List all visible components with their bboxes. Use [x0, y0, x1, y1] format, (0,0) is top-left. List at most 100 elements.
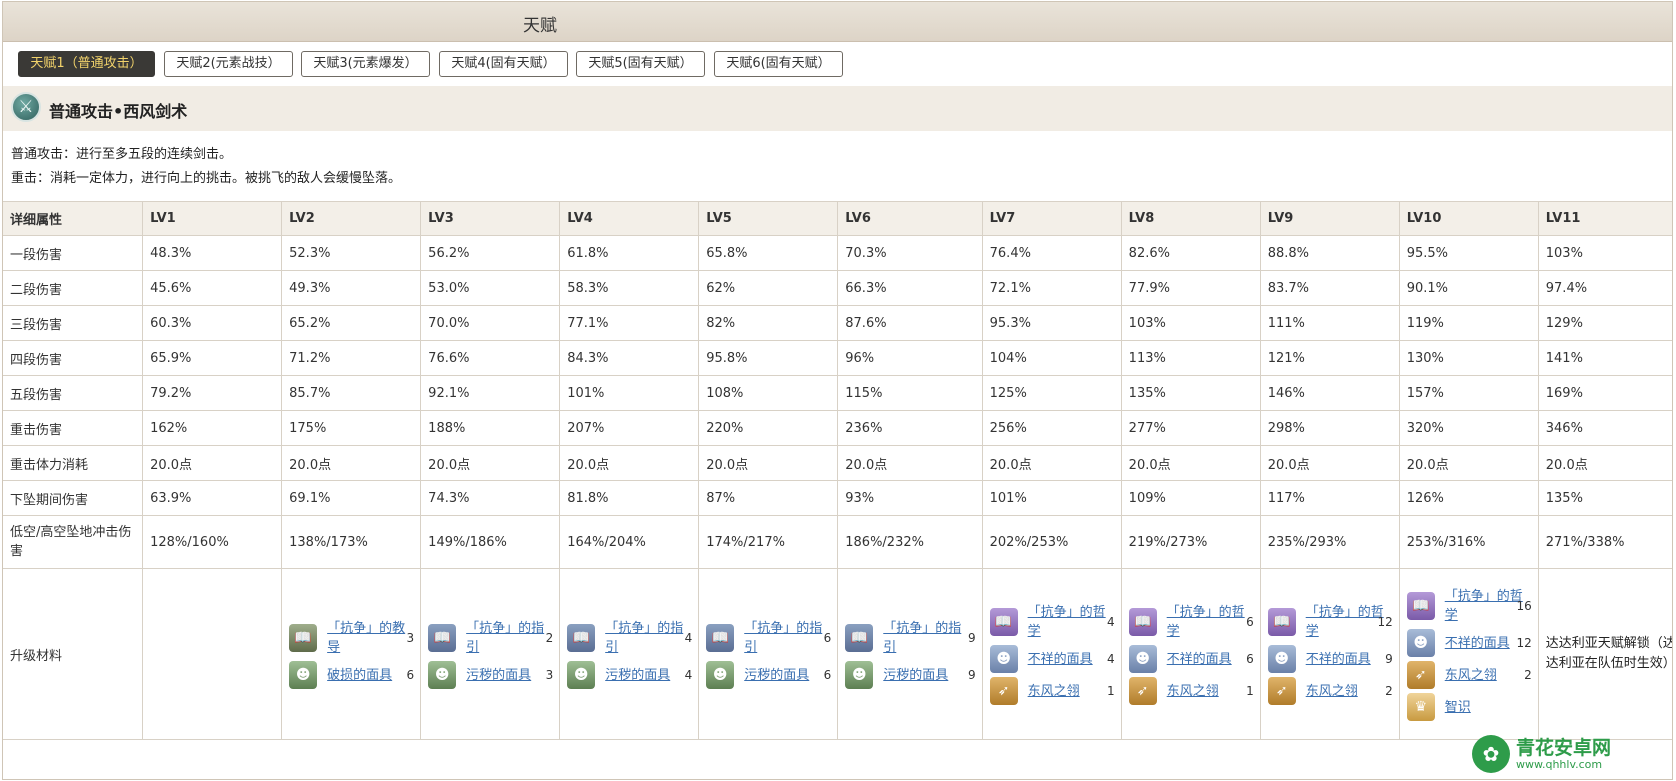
material-link[interactable]: 「抗争」的哲学 — [1167, 603, 1245, 641]
material-link[interactable]: 东风之翎 — [1306, 682, 1384, 701]
mask-icon: ☻ — [989, 645, 1018, 673]
material-link[interactable]: 东风之翎 — [1028, 682, 1106, 701]
row-label: 一段伤害 — [3, 235, 144, 271]
material-link[interactable]: 「抗争」的哲学 — [1445, 587, 1523, 625]
skill-name: 普通攻击•西风剑术 — [49, 102, 188, 121]
table-cell: 149%/186% — [420, 515, 561, 569]
table-cell: 135% — [1120, 375, 1261, 411]
table-cell: 108% — [698, 375, 839, 411]
materials-list: 📖 「抗争」的哲学 12 ☻ 不祥的面具 9 ➶ 东风之翎 2 — [1267, 603, 1399, 705]
tab-talent-6[interactable]: 天赋6(固有天赋） — [714, 51, 843, 77]
material-count: 4 — [684, 668, 693, 682]
material-link[interactable]: 「抗争」的哲学 — [1028, 603, 1106, 641]
materials-cell: 达达利亚天赋解锁（达达利亚在队伍时生效） — [1537, 568, 1673, 740]
table-cell: 113% — [1120, 340, 1261, 376]
watermark-logo-icon: ✿ — [1472, 735, 1510, 773]
material-link[interactable]: 破损的面具 — [327, 666, 405, 685]
mask-icon: ☻ — [289, 661, 318, 689]
material-item: 📖 「抗争」的指引 6 — [706, 619, 837, 657]
material-count: 6 — [1246, 652, 1254, 666]
table-cell: 129% — [1537, 305, 1672, 341]
skill-description: 普通攻击：进行至多五段的连续剑击。 重击：消耗一定体力，进行向上的挑击。被挑飞的… — [3, 131, 1672, 190]
table-cell: 53.0% — [420, 270, 561, 306]
table-cell: 111% — [1259, 305, 1400, 341]
header-level: LV1 — [142, 201, 283, 236]
table-cell: 20.0点 — [281, 445, 422, 481]
table-cell: 82.6% — [1120, 235, 1261, 271]
material-link[interactable]: 不祥的面具 — [1306, 650, 1384, 669]
material-link[interactable]: 污秽的面具 — [605, 666, 683, 685]
material-count: 1 — [1246, 684, 1254, 698]
table-cell: 20.0点 — [1398, 445, 1539, 481]
table-cell: 253%/316% — [1398, 515, 1539, 569]
mask-icon: ☻ — [706, 661, 735, 689]
material-count: 12 — [1516, 636, 1532, 650]
tab-talent-1[interactable]: 天赋1（普通攻击） — [18, 51, 155, 77]
table-cell: 58.3% — [559, 270, 700, 306]
table-cell: 90.1% — [1398, 270, 1539, 306]
watermark-title: 青花安卓网 — [1516, 736, 1612, 759]
material-count: 3 — [545, 668, 554, 682]
material-link[interactable]: 污秽的面具 — [883, 666, 961, 685]
table-cell: 128%/160% — [142, 515, 283, 569]
tab-talent-2[interactable]: 天赋2(元素战技） — [164, 51, 293, 77]
materials-list: 📖 「抗争」的哲学 16 ☻ 不祥的面具 12 ➶ 东风之翎 2 ♛ 智识 — [1406, 587, 1538, 721]
skill-header: ⚔ 普通攻击•西风剑术 — [3, 86, 1672, 131]
material-count: 3 — [406, 631, 415, 645]
material-link[interactable]: 不祥的面具 — [1167, 650, 1245, 669]
tab-talent-5[interactable]: 天赋5(固有天赋） — [576, 51, 705, 77]
table-cell: 20.0点 — [1120, 445, 1261, 481]
material-item: 📖 「抗争」的指引 2 — [428, 619, 559, 657]
material-count: 2 — [545, 631, 554, 645]
table-cell: 115% — [837, 375, 983, 411]
material-link[interactable]: 「抗争」的指引 — [883, 619, 961, 657]
material-count: 12 — [1377, 615, 1393, 629]
material-link[interactable]: 东风之翎 — [1445, 666, 1523, 685]
material-item: ☻ 不祥的面具 6 — [1128, 645, 1260, 673]
table-cell: 320% — [1398, 410, 1539, 446]
table-row: 下坠期间伤害 63.9% 69.1% 74.3% 81.8% 87% 93% 101% 109%… — [3, 480, 1672, 516]
material-link[interactable]: 「抗争」的教导 — [327, 619, 405, 657]
table-cell: 141% — [1537, 340, 1672, 376]
table-cell: 70.3% — [837, 235, 983, 271]
material-item: 📖 「抗争」的指引 9 — [845, 619, 981, 657]
materials-row: 升级材料 📖 「抗争」的教导 3 ☻ 破损的面具 6 📖 「抗争」的指引 2 ☻ 污秽的面具 3 📖 「抗争… — [3, 568, 1673, 740]
material-link[interactable]: 智识 — [1445, 698, 1523, 717]
materials-cell: 📖 「抗争」的哲学 16 ☻ 不祥的面具 12 ➶ 东风之翎 2 ♛ 智识 — [1398, 568, 1539, 740]
wing-icon: ➶ — [989, 677, 1018, 705]
row-label: 低空/高空坠地冲击伤害 — [3, 515, 144, 569]
material-link[interactable]: 「抗争」的指引 — [466, 619, 544, 657]
material-link[interactable]: 污秽的面具 — [466, 666, 544, 685]
table-cell: 81.8% — [559, 480, 700, 516]
unlock-note: 达达利亚天赋解锁（达达利亚在队伍时生效） — [1545, 636, 1673, 671]
table-cell: 20.0点 — [1259, 445, 1400, 481]
material-link[interactable]: 不祥的面具 — [1445, 634, 1523, 653]
materials-cell: 📖 「抗争」的教导 3 ☻ 破损的面具 6 — [281, 568, 422, 740]
table-cell: 126% — [1398, 480, 1539, 516]
tab-talent-3[interactable]: 天赋3(元素爆发） — [301, 51, 430, 77]
material-item: ☻ 破损的面具 6 — [289, 661, 420, 689]
tab-talent-4[interactable]: 天赋4(固有天赋） — [439, 51, 568, 77]
table-cell: 95.8% — [698, 340, 839, 376]
material-link[interactable]: 东风之翎 — [1167, 682, 1245, 701]
material-item: ☻ 污秽的面具 4 — [567, 661, 698, 689]
row-label: 重击体力消耗 — [3, 445, 144, 481]
material-link[interactable]: 「抗争」的指引 — [605, 619, 683, 657]
material-link[interactable]: 「抗争」的指引 — [744, 619, 822, 657]
material-link[interactable]: 不祥的面具 — [1028, 650, 1106, 669]
material-item: ➶ 东风之翎 1 — [1128, 677, 1260, 705]
table-cell: 135% — [1537, 480, 1672, 516]
table-cell: 236% — [837, 410, 983, 446]
table-cell: 48.3% — [142, 235, 283, 271]
book-icon: 📖 — [1128, 608, 1157, 636]
table-cell: 92.1% — [420, 375, 561, 411]
table-cell: 101% — [559, 375, 700, 411]
material-link[interactable]: 污秽的面具 — [744, 666, 822, 685]
materials-cell: 📖 「抗争」的哲学 6 ☻ 不祥的面具 6 ➶ 东风之翎 1 — [1120, 568, 1261, 740]
material-item: ☻ 污秽的面具 3 — [428, 661, 559, 689]
material-count: 6 — [823, 631, 832, 645]
table-cell: 277% — [1120, 410, 1261, 446]
material-link[interactable]: 「抗争」的哲学 — [1306, 603, 1384, 641]
material-item: 📖 「抗争」的哲学 4 — [989, 603, 1121, 641]
material-item: ☻ 污秽的面具 6 — [706, 661, 837, 689]
